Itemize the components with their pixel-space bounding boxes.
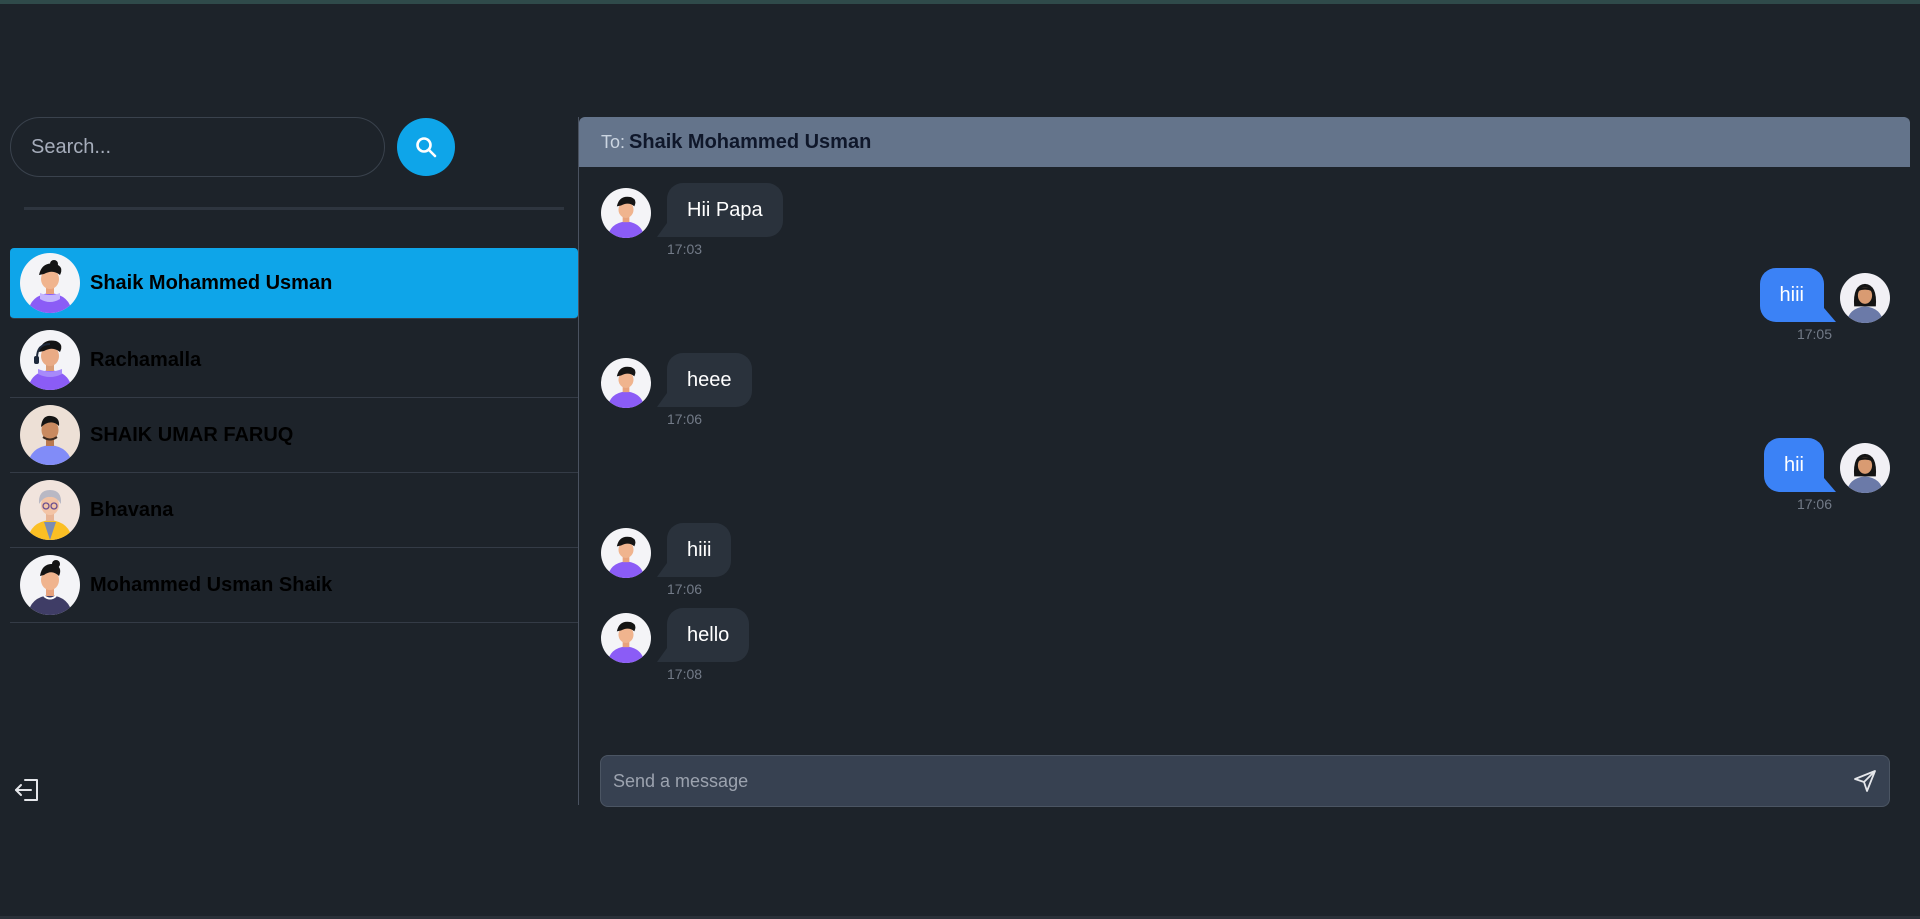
conversation-item-bhavana[interactable]: Bhavana: [10, 473, 578, 548]
chat-panel: To: Shaik Mohammed Usman Hii Papa 17:03 …: [578, 117, 1910, 807]
sidebar-divider: [24, 207, 564, 210]
send-button[interactable]: [1841, 757, 1889, 805]
top-accent-line: [0, 0, 1920, 4]
message-composer: [600, 755, 1890, 807]
search-input[interactable]: [10, 117, 385, 177]
sender-avatar: [1840, 273, 1890, 323]
logout-button[interactable]: [12, 775, 42, 805]
recipient-name: Shaik Mohammed Usman: [629, 130, 872, 153]
message-bubble: hiii: [1759, 268, 1824, 322]
avatar: [20, 480, 80, 540]
conversation-list: Shaik Mohammed Usman Rachamalla SHAIK UM…: [10, 248, 578, 623]
avatar: [20, 555, 80, 615]
conversation-name: Mohammed Usman Shaik: [90, 573, 333, 596]
avatar: [20, 253, 80, 313]
conversation-item-shaik-mohammed-usman[interactable]: Shaik Mohammed Usman: [10, 248, 578, 319]
message-time: 17:05: [1796, 326, 1832, 342]
message-bubble: Hii Papa: [667, 183, 783, 237]
message-outgoing: hii 17:06: [1763, 438, 1890, 512]
sidebar: Shaik Mohammed Usman Rachamalla: [10, 117, 578, 805]
message-bubble: heee: [667, 353, 752, 407]
sender-avatar: [601, 358, 651, 408]
conversation-name: SHAIK UMAR FARUQ: [90, 423, 294, 446]
message-time: 17:08: [667, 666, 703, 682]
search-form: [10, 117, 578, 177]
conversation-item-rachamalla[interactable]: Rachamalla: [10, 323, 578, 398]
message-time: 17:06: [667, 581, 703, 597]
message-bubble: hii: [1763, 438, 1824, 492]
conversation-name: Shaik Mohammed Usman: [90, 271, 333, 294]
message-list: Hii Papa 17:03 hiii 17:05 heee 17:06 hii…: [579, 167, 1910, 727]
logout-icon: [15, 779, 38, 801]
message-outgoing: hiii 17:05: [1759, 268, 1890, 342]
chat-header: To: Shaik Mohammed Usman: [579, 117, 1910, 167]
message-time: 17:03: [667, 241, 703, 257]
sender-avatar: [601, 188, 651, 238]
conversation-name: Bhavana: [90, 498, 174, 521]
conversation-item-shaik-umar-faruq[interactable]: SHAIK UMAR FARUQ: [10, 398, 578, 473]
conversation-name: Rachamalla: [90, 348, 202, 371]
message-bubble: hello: [667, 608, 750, 662]
message-incoming: Hii Papa 17:03: [601, 183, 783, 257]
message-incoming: heee 17:06: [601, 353, 752, 427]
message-time: 17:06: [667, 411, 703, 427]
send-icon: [1854, 770, 1876, 792]
message-incoming: hello 17:08: [601, 608, 750, 682]
search-button[interactable]: [397, 118, 455, 176]
conversation-item-mohammed-usman-shaik[interactable]: Mohammed Usman Shaik: [10, 548, 578, 623]
message-input[interactable]: [601, 756, 1841, 806]
search-icon: [416, 137, 437, 158]
avatar: [20, 330, 80, 390]
to-label: To:: [601, 131, 626, 152]
message-bubble: hiii: [667, 523, 732, 577]
message-incoming: hiii 17:06: [601, 523, 732, 597]
message-time: 17:06: [1796, 496, 1832, 512]
sender-avatar: [1840, 443, 1890, 493]
sender-avatar: [601, 613, 651, 663]
avatar: [20, 405, 80, 465]
sender-avatar: [601, 528, 651, 578]
